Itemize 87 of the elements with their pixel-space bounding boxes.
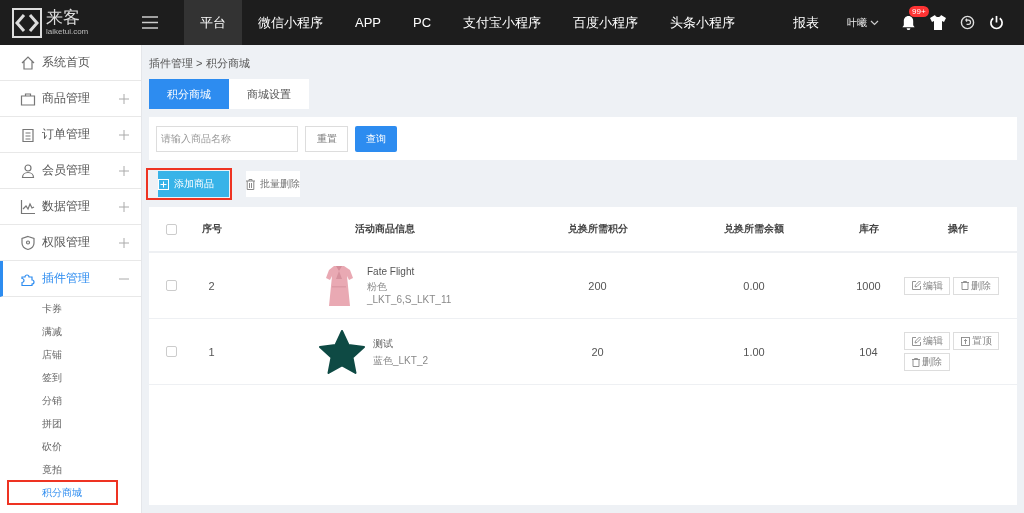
table-cell-text: 104 — [858, 344, 879, 360]
nav-tab[interactable]: 头条小程序 — [654, 0, 752, 45]
pin-top-button[interactable]: 置顶 — [953, 332, 999, 350]
tab[interactable]: 积分商城 — [149, 79, 229, 109]
breadcrumb: 插件管理 > 积分商城 — [149, 56, 251, 71]
submenu-item[interactable]: 积分商城 — [8, 481, 117, 504]
edit-button[interactable]: 编辑 — [904, 332, 950, 350]
plus-icon — [119, 165, 129, 176]
sidebar-item[interactable]: 数据管理 — [0, 189, 141, 225]
plus-icon — [119, 201, 129, 212]
submenu-item[interactable]: 满减 — [8, 320, 117, 343]
checkbox[interactable] — [165, 346, 177, 357]
logo-domain: laiketui.com — [46, 27, 89, 36]
star-icon — [319, 329, 365, 374]
column-header: 库存 — [857, 222, 880, 236]
table-cell-text: 1000 — [855, 278, 882, 294]
user-icon — [20, 162, 36, 179]
submenu-item[interactable]: 竟拍 — [8, 458, 117, 481]
bell-icon[interactable] — [901, 15, 916, 30]
chart-icon — [20, 198, 36, 215]
back-icon[interactable] — [960, 15, 975, 30]
search-field[interactable]: 请输入商品名称 — [156, 125, 298, 152]
submenu-item[interactable]: 签到 — [8, 366, 117, 389]
table-cell-text: 1.00 — [742, 344, 766, 360]
sidebar-item[interactable]: 订单管理 — [0, 117, 141, 153]
power-icon[interactable] — [989, 15, 1004, 30]
sidebar-item[interactable]: 系统首页 — [0, 45, 141, 81]
sidebar-item[interactable]: 权限管理 — [0, 225, 141, 261]
product-spec: 粉色 — [367, 279, 388, 293]
nav-tab[interactable]: APP — [339, 0, 397, 45]
sidebar-item[interactable]: 插件管理 — [0, 261, 141, 297]
nav-tab[interactable]: 支付宝小程序 — [447, 0, 558, 45]
upload-icon — [960, 336, 970, 346]
nav-tab[interactable]: 微信小程序 — [242, 0, 339, 45]
product-spec: _LKT_6,S_LKT_11 — [367, 292, 452, 306]
logo-name: 来客 — [46, 9, 81, 27]
nav-tab[interactable]: 平台 — [184, 0, 242, 45]
user-menu[interactable]: 叶曦 — [847, 15, 879, 30]
table-cell-text: 0.00 — [742, 278, 766, 294]
notification-badge: 99+ — [909, 6, 929, 17]
plus-icon — [158, 178, 169, 190]
logo-icon — [12, 7, 42, 38]
plus-icon — [119, 129, 129, 140]
trash-icon — [912, 357, 920, 367]
submenu-item[interactable]: 店铺 — [8, 343, 117, 366]
reset-button[interactable]: 重置 — [305, 125, 348, 152]
column-header: 活动商品信息 — [354, 222, 416, 236]
plus-icon — [119, 237, 129, 248]
column-header: 兑换所需余额 — [723, 222, 785, 236]
edit-button[interactable]: 编辑 — [904, 276, 950, 295]
sidebar-item[interactable]: 商品管理 — [0, 81, 141, 117]
table-cell-text: 200 — [587, 278, 608, 294]
bag-icon — [20, 90, 36, 107]
chevron-down-icon — [870, 19, 879, 26]
sidebar-item[interactable]: 会员管理 — [0, 153, 141, 189]
edit-icon — [911, 336, 921, 346]
query-button[interactable]: 查询 — [355, 125, 397, 152]
shirt-icon[interactable] — [930, 15, 946, 30]
home-icon — [20, 54, 36, 71]
plus-icon — [119, 93, 129, 104]
checkbox[interactable] — [165, 280, 177, 291]
column-header: 兑换所需积分 — [566, 222, 629, 236]
table-cell-text: 1 — [207, 344, 216, 360]
nav-tab[interactable]: PC — [397, 0, 448, 45]
shield-icon — [20, 234, 36, 251]
product-name: 测试 — [373, 336, 394, 351]
checkbox[interactable] — [165, 223, 177, 235]
trash-icon — [246, 178, 255, 190]
submenu-item[interactable]: 拼团 — [8, 412, 117, 435]
submenu-item[interactable]: 分销 — [8, 389, 117, 412]
product-spec: 蓝色_LKT_2 — [373, 353, 429, 367]
trash-icon — [961, 281, 969, 290]
table-cell-text: 20 — [590, 344, 605, 360]
delete-button[interactable]: 删除 — [904, 353, 950, 371]
nav-tab[interactable]: 百度小程序 — [557, 0, 655, 45]
column-header: 操作 — [946, 222, 969, 236]
product-name: Fate Flight — [367, 265, 416, 277]
column-header: 序号 — [200, 222, 223, 236]
edit-icon — [911, 281, 921, 290]
delete-button[interactable]: 删除 — [953, 276, 999, 295]
clipboard-icon — [20, 126, 36, 143]
submenu-item[interactable]: 卡券 — [8, 297, 117, 320]
submenu-item[interactable]: 砍价 — [8, 435, 117, 458]
table-cell-text: 2 — [207, 278, 216, 294]
nav-tab[interactable]: 报表 — [777, 0, 836, 45]
menu-icon[interactable] — [142, 16, 158, 29]
tab[interactable]: 商城设置 — [229, 79, 309, 109]
